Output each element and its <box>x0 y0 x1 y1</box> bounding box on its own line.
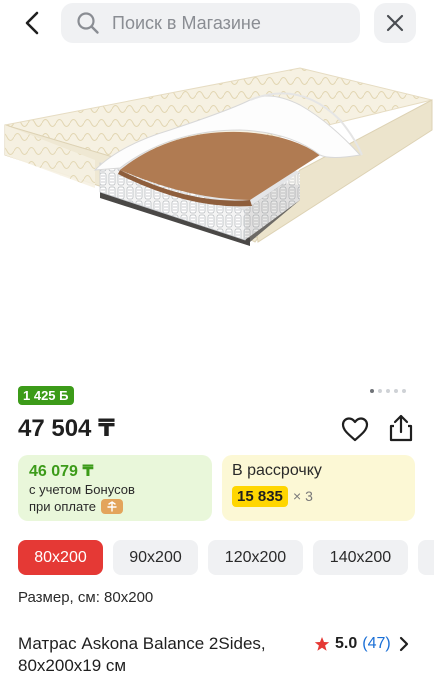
heart-icon <box>341 417 369 442</box>
back-arrow-icon <box>25 11 39 35</box>
gallery-dot[interactable] <box>386 389 390 393</box>
share-button[interactable] <box>386 413 416 443</box>
bonus-price: 46 079 ₸ <box>29 463 94 480</box>
search-placeholder: Поиск в Магазине <box>112 12 261 33</box>
rating-link[interactable]: 5.0 (47) <box>314 635 409 653</box>
installment-amount: 15 835 <box>232 486 288 507</box>
installment-title: В рассрочку <box>232 462 322 479</box>
wallet-icon <box>100 499 123 514</box>
rating-value: 5.0 <box>335 635 358 652</box>
search-input[interactable]: Поиск в Магазине <box>61 3 360 43</box>
size-option-120x200[interactable]: 120x200 <box>208 540 303 575</box>
bonus-price-card[interactable]: 46 079 ₸ с учетом Бонусов при оплате <box>18 455 212 521</box>
bonus-payment-note: при оплате <box>29 499 123 514</box>
search-icon <box>77 12 99 34</box>
bonus-points-badge: 1 425 Б <box>18 386 74 405</box>
size-caption: Размер, см: 80x200 <box>18 589 154 606</box>
share-icon <box>389 414 413 442</box>
size-option-80x200[interactable]: 80x200 <box>18 540 103 575</box>
reviews-count[interactable]: (47) <box>362 635 390 653</box>
product-image[interactable] <box>0 60 434 260</box>
size-option-90x200[interactable]: 90x200 <box>113 540 198 575</box>
favorite-button[interactable] <box>340 415 370 443</box>
product-title: Матрас Askona Balance 2Sides, 80x200x19 … <box>18 634 266 675</box>
installment-card[interactable]: В рассрочку 15 835 × 3 <box>222 455 415 521</box>
gallery-pagination <box>370 389 406 393</box>
close-icon <box>386 14 404 32</box>
gallery-dot[interactable] <box>378 389 382 393</box>
product-price: 47 504 ₸ <box>18 415 115 442</box>
gallery-dot[interactable] <box>402 389 406 393</box>
top-bar: Поиск в Магазине <box>0 0 434 46</box>
size-option-more[interactable] <box>418 540 434 575</box>
back-button[interactable] <box>14 6 50 40</box>
bonus-note: с учетом Бонусов <box>29 482 135 497</box>
size-option-140x200[interactable]: 140x200 <box>313 540 408 575</box>
gallery-dot[interactable] <box>394 389 398 393</box>
installment-multiplier: × 3 <box>293 488 313 504</box>
bonus-payment-label: при оплате <box>29 499 96 514</box>
star-icon <box>314 637 330 651</box>
chevron-right-icon <box>399 636 408 652</box>
size-selector: 80x200 90x200 120x200 140x200 <box>18 540 434 575</box>
close-button[interactable] <box>374 3 416 43</box>
gallery-dot[interactable] <box>370 389 374 393</box>
